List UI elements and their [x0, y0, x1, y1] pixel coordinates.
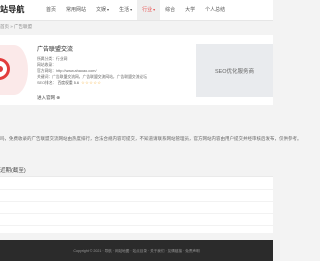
divider: [0, 201, 273, 202]
disclaimer-notice: 吗，免费收录的广告联盟交流网站由热度排行，合法合规内容可提交，不知道请联系网站管…: [0, 136, 302, 141]
breadcrumb[interactable]: 首页 » 广告联盟: [0, 24, 32, 30]
nav-item-common-sites[interactable]: 常用网站: [61, 0, 91, 20]
nav-item-general[interactable]: 综合: [160, 0, 180, 20]
top-navigation-bar: 站导航 首页 常用网站 文娱▾ 生活▾ 行业▾ 综合 大学 个人总结: [0, 0, 273, 21]
site-rank-row: SEO排名： 百度权重 5.6 ☆☆☆☆☆: [37, 80, 187, 86]
nav-item-life[interactable]: 生活▾: [114, 0, 137, 20]
nav-item-industry[interactable]: 行业▾: [137, 0, 161, 20]
rating-stars: ☆☆☆☆☆: [81, 79, 102, 85]
site-info-card: 广告联盟交流 所属分类：行业网 网站收录： 官方网站：http://www.ah…: [0, 35, 273, 105]
site-details: 广告联盟交流 所属分类：行业网 网站收录： 官方网站：http://www.ah…: [37, 44, 187, 104]
site-title: 广告联盟交流: [37, 47, 74, 53]
chevron-down-icon: ▾: [153, 7, 156, 12]
divider: [0, 213, 273, 214]
visit-site-button[interactable]: 进入官网 ⊕: [37, 94, 60, 102]
chevron-down-icon: ▾: [130, 7, 133, 12]
section-title: 近期(截至): [0, 168, 26, 174]
content-area: [0, 176, 273, 233]
site-logo[interactable]: 站导航: [0, 4, 25, 15]
footer-text: Copyright © 2021 · 导航 · 网站地图 · 站点目录 · 关于…: [73, 249, 200, 253]
chevron-down-icon: ▾: [107, 7, 110, 12]
rank-value: 百度权重 5.6: [57, 80, 80, 85]
main-nav: 首页 常用网站 文娱▾ 生活▾ 行业▾ 综合 大学 个人总结: [41, 0, 230, 20]
nav-item-entertainment[interactable]: 文娱▾: [91, 0, 114, 20]
divider: [0, 225, 273, 226]
nav-item-personal[interactable]: 个人总结: [200, 0, 230, 20]
nav-item-university[interactable]: 大学: [180, 0, 200, 20]
rank-label: SEO排名：: [37, 80, 57, 85]
seo-ad-box[interactable]: SEO优化服务商: [196, 44, 273, 97]
nav-item-home[interactable]: 首页: [41, 0, 61, 20]
seo-ad-text: SEO优化服务商: [214, 68, 255, 75]
footer: Copyright © 2021 · 导航 · 网站地图 · 站点目录 · 关于…: [0, 240, 273, 261]
site-thumbnail[interactable]: [0, 45, 28, 95]
divider: [0, 189, 273, 190]
